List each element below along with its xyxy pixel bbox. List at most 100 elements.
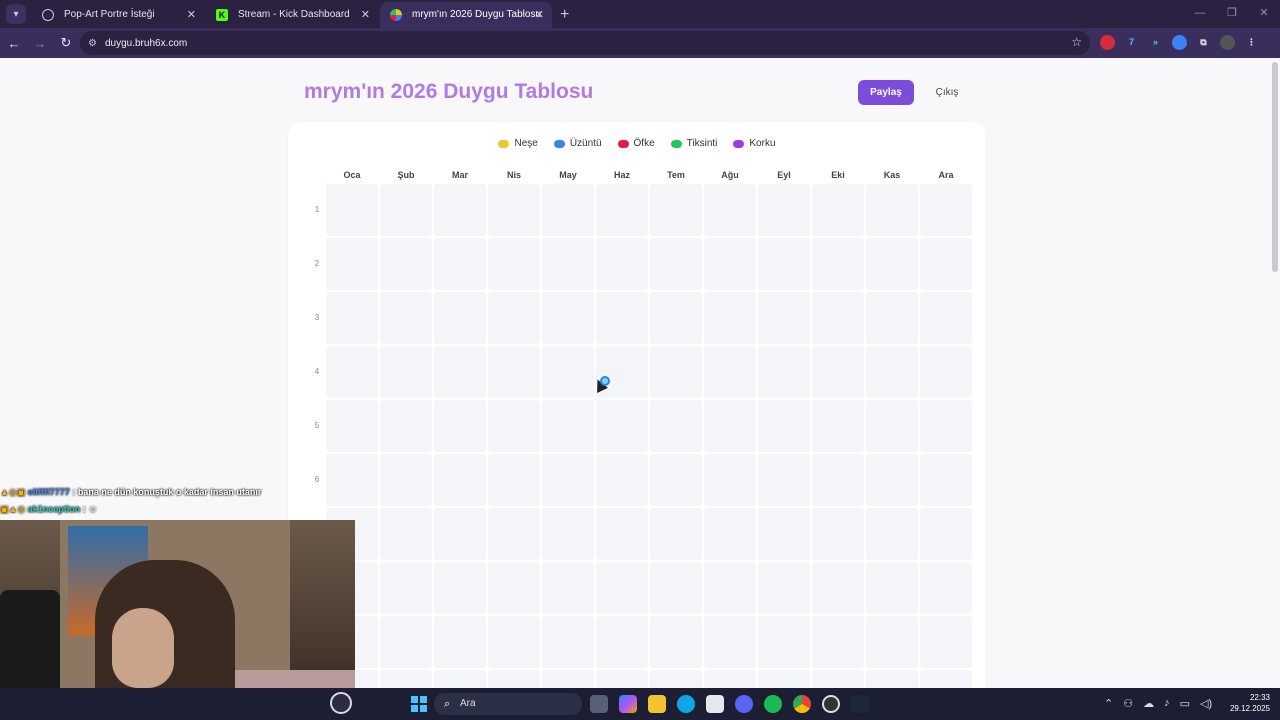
mood-cell[interactable]	[920, 238, 972, 290]
mood-cell[interactable]	[812, 562, 864, 614]
extension-red-icon[interactable]	[1100, 35, 1115, 50]
mood-cell[interactable]	[596, 508, 648, 560]
mood-cell[interactable]	[758, 454, 810, 506]
extensions-puzzle-icon[interactable]: ⧉	[1196, 35, 1211, 50]
extension-blue-icon[interactable]	[1172, 35, 1187, 50]
mood-cell[interactable]	[596, 454, 648, 506]
mood-cell[interactable]	[758, 292, 810, 344]
close-icon[interactable]: ✕	[187, 2, 196, 28]
close-icon[interactable]: ✕	[361, 2, 370, 28]
mood-cell[interactable]	[866, 292, 918, 344]
mood-cell[interactable]	[488, 184, 540, 236]
mood-cell[interactable]	[326, 400, 378, 452]
mood-cell[interactable]	[326, 238, 378, 290]
mood-cell[interactable]	[542, 400, 594, 452]
mood-cell[interactable]	[650, 400, 702, 452]
mood-cell[interactable]	[488, 508, 540, 560]
taskbar-search[interactable]: ⌕ Ara	[434, 693, 582, 715]
tab-search-button[interactable]: ▾	[6, 4, 26, 24]
mood-cell[interactable]	[920, 454, 972, 506]
mood-cell[interactable]	[704, 508, 756, 560]
mood-cell[interactable]	[704, 238, 756, 290]
mood-cell[interactable]	[434, 670, 486, 688]
mood-cell[interactable]	[488, 346, 540, 398]
mood-cell[interactable]	[920, 508, 972, 560]
mood-cell[interactable]	[704, 670, 756, 688]
mood-cell[interactable]	[542, 616, 594, 668]
mood-cell[interactable]	[596, 400, 648, 452]
mood-cell[interactable]	[380, 670, 432, 688]
mood-cell[interactable]	[650, 508, 702, 560]
mood-cell[interactable]	[596, 670, 648, 688]
extension-audio-icon[interactable]: »	[1148, 35, 1163, 50]
mood-cell[interactable]	[596, 292, 648, 344]
mood-cell[interactable]	[812, 292, 864, 344]
mood-cell[interactable]	[488, 562, 540, 614]
network-icon[interactable]: ▭	[1180, 697, 1190, 710]
file-explorer-icon[interactable]	[648, 695, 666, 713]
mood-cell[interactable]	[758, 616, 810, 668]
mood-cell[interactable]	[434, 400, 486, 452]
tray-app-icon[interactable]: ⚇	[1123, 697, 1133, 710]
mood-cell[interactable]	[650, 670, 702, 688]
chrome-icon[interactable]	[793, 695, 811, 713]
mood-cell[interactable]	[920, 400, 972, 452]
mood-cell[interactable]	[542, 508, 594, 560]
mood-cell[interactable]	[542, 562, 594, 614]
mood-cell[interactable]	[758, 346, 810, 398]
store-icon[interactable]	[706, 695, 724, 713]
restore-icon[interactable]: ❐	[1216, 0, 1248, 28]
site-info-icon[interactable]: ⚙	[88, 38, 97, 49]
mood-cell[interactable]	[920, 562, 972, 614]
minimize-icon[interactable]: —	[1184, 0, 1216, 28]
mood-cell[interactable]	[650, 346, 702, 398]
mood-cell[interactable]	[380, 292, 432, 344]
mood-cell[interactable]	[758, 670, 810, 688]
mood-cell[interactable]	[542, 670, 594, 688]
scrollbar[interactable]	[1272, 62, 1278, 272]
task-view-icon[interactable]	[590, 695, 608, 713]
mood-cell[interactable]	[704, 184, 756, 236]
mood-cell[interactable]	[920, 292, 972, 344]
mood-cell[interactable]	[542, 184, 594, 236]
mood-cell[interactable]	[758, 184, 810, 236]
mood-cell[interactable]	[704, 292, 756, 344]
mood-cell[interactable]	[434, 454, 486, 506]
mood-cell[interactable]	[596, 562, 648, 614]
mood-cell[interactable]	[326, 346, 378, 398]
mood-cell[interactable]	[434, 292, 486, 344]
mood-cell[interactable]	[758, 508, 810, 560]
share-button[interactable]: Paylaş	[858, 80, 914, 105]
tab-duygu-tablosu[interactable]: mrym'ın 2026 Duygu Tablosu ✕	[380, 2, 552, 28]
mood-cell[interactable]	[488, 292, 540, 344]
mood-cell[interactable]	[812, 238, 864, 290]
forward-icon[interactable]: →	[28, 36, 52, 51]
mood-cell[interactable]	[434, 238, 486, 290]
mood-cell[interactable]	[380, 454, 432, 506]
mood-cell[interactable]	[434, 616, 486, 668]
mood-cell[interactable]	[488, 400, 540, 452]
profile-avatar[interactable]	[1220, 35, 1235, 50]
mood-cell[interactable]	[812, 616, 864, 668]
mood-cell[interactable]	[866, 184, 918, 236]
close-icon[interactable]: ✕	[535, 2, 544, 28]
mood-cell[interactable]	[866, 562, 918, 614]
address-bar[interactable]: ⚙ duygu.bruh6x.com ☆	[80, 31, 1090, 55]
mood-cell[interactable]	[812, 454, 864, 506]
edge-icon[interactable]	[677, 695, 695, 713]
mood-cell[interactable]	[542, 292, 594, 344]
mood-cell[interactable]	[704, 454, 756, 506]
extension-7tv-icon[interactable]: 7	[1124, 35, 1139, 50]
mood-cell[interactable]	[866, 238, 918, 290]
mood-cell[interactable]	[380, 508, 432, 560]
mood-cell[interactable]	[650, 292, 702, 344]
bookmark-star-icon[interactable]: ☆	[1071, 35, 1082, 49]
steam-icon[interactable]	[851, 695, 869, 713]
mood-cell[interactable]	[596, 346, 648, 398]
mood-cell[interactable]	[596, 184, 648, 236]
mood-cell[interactable]	[866, 346, 918, 398]
back-icon[interactable]: ←	[2, 36, 26, 51]
mood-cell[interactable]	[866, 400, 918, 452]
new-tab-button[interactable]: +	[560, 6, 569, 24]
reload-icon[interactable]: ↻	[54, 35, 78, 51]
